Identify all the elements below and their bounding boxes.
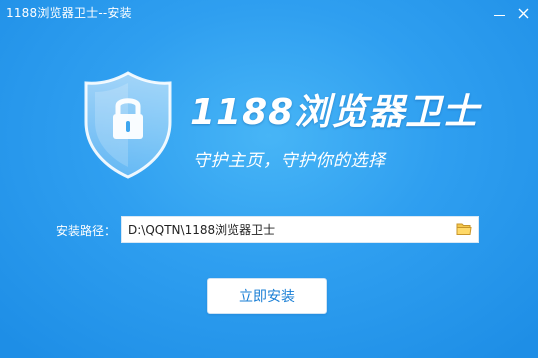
slogan: 守护主页，守护你的选择 xyxy=(193,151,386,171)
close-button[interactable] xyxy=(513,4,533,22)
minimize-button[interactable] xyxy=(489,4,509,22)
install-now-button[interactable]: 立即安装 xyxy=(207,278,327,314)
window-title: 1188浏览器卫士--安装 xyxy=(6,6,132,20)
installer-window: 1188浏览器卫士--安装 1188浏览器卫士 守护主页，守护你的选择 安装路径… xyxy=(0,0,538,358)
install-path-field xyxy=(121,216,479,243)
folder-icon[interactable] xyxy=(456,222,472,236)
close-icon xyxy=(518,8,528,18)
install-path-label: 安装路径： xyxy=(56,224,117,238)
brand-name: 1188浏览器卫士 xyxy=(190,92,480,133)
minimize-icon xyxy=(493,14,505,16)
shield-lock-icon xyxy=(84,71,172,179)
install-path-input[interactable] xyxy=(122,217,452,242)
